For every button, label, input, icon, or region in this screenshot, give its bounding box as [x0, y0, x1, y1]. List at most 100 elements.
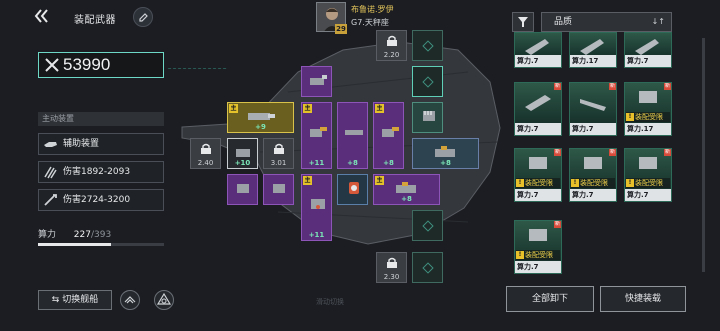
- equipment-card[interactable]: 新 ! 装配受限 算力.17: [624, 82, 672, 136]
- double-chevron-left-icon: [34, 9, 48, 23]
- card-label: 算力.7: [570, 189, 616, 201]
- equip-row-auxiliary[interactable]: 辅助装置: [38, 133, 164, 155]
- turret-icon: [639, 157, 657, 169]
- equipment-card[interactable]: 新 算力.7: [569, 82, 617, 136]
- equipment-card[interactable]: 新 ! 装配受限 算力.7: [514, 220, 562, 274]
- combat-power-display: 53990: [38, 52, 164, 78]
- main-badge: 主: [375, 176, 384, 185]
- slot-empty[interactable]: [412, 30, 443, 61]
- equipment-card[interactable]: 新 ! 装配受限 算力.7: [569, 148, 617, 202]
- edit-button[interactable]: [133, 7, 153, 27]
- swap-icon: ⇆: [51, 295, 63, 305]
- slot-requirement: 2.40: [197, 159, 214, 167]
- cannon-icon: [525, 95, 551, 111]
- equipment-card[interactable]: 新 ! 装配受限 算力.7: [514, 148, 562, 202]
- equip-row-damage-1[interactable]: 伤害1892-2093: [38, 161, 164, 183]
- twin-cannon-icon: [396, 182, 416, 193]
- card-label: 算力.7: [625, 55, 671, 67]
- filter-button[interactable]: [512, 12, 534, 32]
- back-button[interactable]: [34, 9, 52, 25]
- slot-main-weapon[interactable]: 主 +9: [227, 102, 294, 133]
- compute-current: 227: [73, 230, 91, 240]
- diamond-icon: [422, 262, 434, 274]
- compute-progress-fill: [38, 243, 111, 246]
- turret-icon: [584, 157, 602, 169]
- slot-weapon-selected[interactable]: +10: [227, 138, 258, 169]
- emblem-button[interactable]: [154, 290, 174, 310]
- slot-weapon[interactable]: +8: [337, 102, 368, 169]
- wing-icon: [124, 296, 136, 304]
- crossed-swords-icon: [45, 58, 59, 72]
- warning-icon: !: [626, 113, 634, 121]
- restriction-warning: ! 装配受限: [516, 178, 560, 188]
- slot-weapon[interactable]: [301, 66, 332, 97]
- slot-empty[interactable]: [412, 210, 443, 241]
- slot-weapon[interactable]: +8: [412, 138, 479, 169]
- switch-ship-label: 切换舰船: [62, 295, 99, 305]
- formation-button[interactable]: [120, 290, 140, 310]
- slot-weapon[interactable]: 主 +8: [373, 174, 440, 205]
- slot-locked-top[interactable]: 2.20: [376, 30, 407, 61]
- new-badge: 新: [664, 149, 671, 156]
- equipment-card[interactable]: 算力.7: [514, 32, 562, 68]
- cannon-icon: [580, 99, 606, 111]
- equipment-card[interactable]: 新 ! 装配受限 算力.7: [624, 148, 672, 202]
- slot-weapon[interactable]: [263, 174, 294, 205]
- slot-level: +11: [308, 159, 325, 167]
- turret-icon: [529, 229, 547, 241]
- lock-icon: [387, 35, 397, 46]
- slot-module[interactable]: [412, 102, 443, 133]
- scrollbar[interactable]: [702, 38, 705, 272]
- slot-weapon[interactable]: 主 +11: [301, 174, 332, 241]
- slot-empty[interactable]: [412, 252, 443, 283]
- slot-locked-bottom[interactable]: 2.30: [376, 252, 407, 283]
- slot-locked-left[interactable]: 2.40: [190, 138, 221, 169]
- slot-empty[interactable]: [412, 66, 443, 97]
- page-title: 装配武器: [74, 15, 116, 26]
- card-label: 算力.7: [515, 189, 561, 201]
- new-badge: 新: [554, 83, 561, 90]
- sort-label: 品质: [554, 17, 573, 27]
- slot-level: +8: [347, 159, 358, 167]
- card-label: 算力.7: [515, 261, 561, 273]
- turret-icon: [310, 127, 327, 137]
- equip-row-label: 伤害2724-3200: [63, 195, 131, 205]
- unload-all-button[interactable]: 全部卸下: [506, 286, 594, 312]
- pilot-rank: G7.天秤座: [351, 18, 389, 27]
- main-badge: 主: [229, 104, 238, 113]
- slot-level: +8: [440, 159, 451, 167]
- restriction-warning: ! 装配受限: [626, 112, 670, 122]
- missile-pod-icon: [311, 199, 325, 209]
- turret-icon: [382, 127, 399, 137]
- slot-requirement: 3.01: [270, 159, 287, 167]
- main-badge: 主: [303, 176, 312, 185]
- card-label: 算力.7: [515, 55, 561, 67]
- sort-dropdown[interactable]: 品质 ↓↑: [541, 12, 672, 32]
- slot-locked-mid[interactable]: 3.01: [263, 138, 294, 169]
- cannon-icon: [635, 39, 659, 55]
- restriction-warning: ! 装配受限: [571, 178, 615, 188]
- warning-icon: !: [626, 179, 634, 187]
- restriction-warning: ! 装配受限: [516, 250, 560, 260]
- switch-ship-button[interactable]: ⇆ 切换舰船: [38, 290, 112, 310]
- equipment-card[interactable]: 新 算力.7: [514, 82, 562, 136]
- card-label: 算力.17: [625, 123, 671, 135]
- slot-weapon[interactable]: [227, 174, 258, 205]
- equipment-card[interactable]: 算力.17: [569, 32, 617, 68]
- diamond-icon: [422, 76, 434, 88]
- slot-weapon[interactable]: 主 +8: [373, 102, 404, 169]
- active-equipment-label: 主动装置: [38, 112, 164, 126]
- funnel-icon: [518, 17, 528, 27]
- pencil-icon: [139, 13, 148, 22]
- slot-level: +10: [234, 159, 251, 167]
- slot-weapon[interactable]: 主 +11: [301, 102, 332, 169]
- slot-module[interactable]: [337, 174, 368, 205]
- equipment-card[interactable]: 算力.7: [624, 32, 672, 68]
- main-badge: 主: [303, 104, 312, 113]
- sort-order-icon[interactable]: ↓↑: [652, 13, 665, 31]
- quick-equip-button[interactable]: 快捷装载: [600, 286, 686, 312]
- module-icon: [423, 111, 435, 121]
- slot-requirement: 2.20: [383, 51, 400, 59]
- equip-row-damage-2[interactable]: 伤害2724-3200: [38, 189, 164, 211]
- slot-requirement: 2.30: [383, 273, 400, 281]
